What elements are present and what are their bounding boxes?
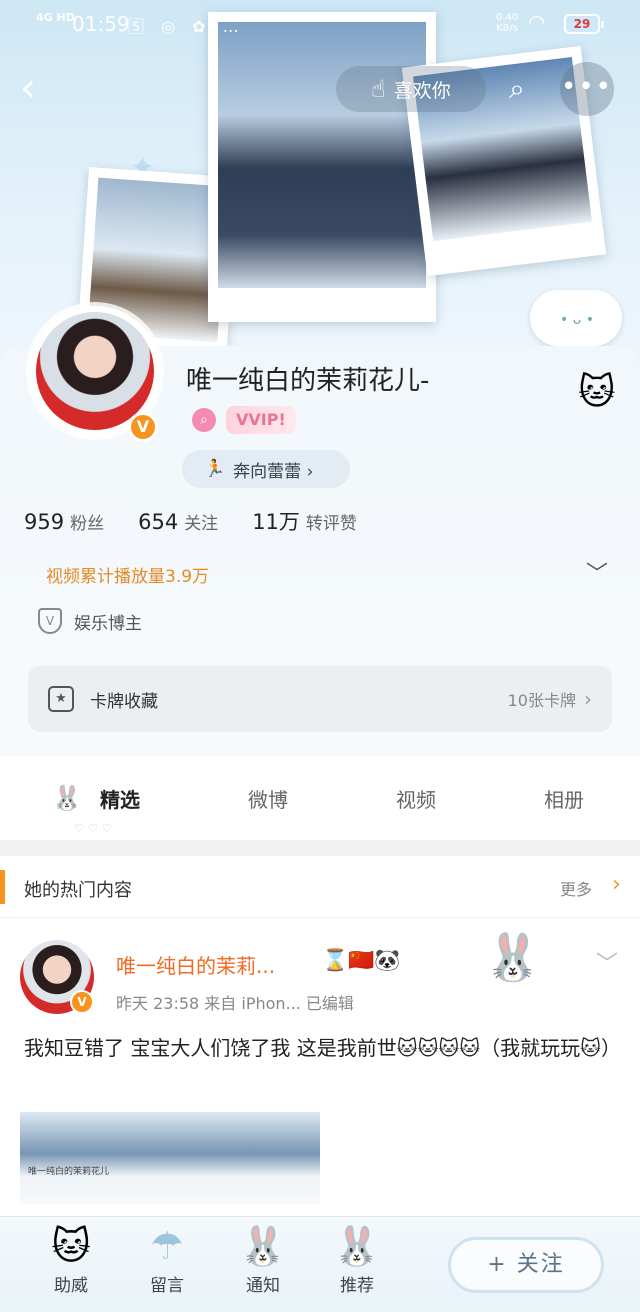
cheer-label: 助威 <box>54 1276 88 1296</box>
stat-following[interactable]: 654 关注 <box>138 509 218 534</box>
chevron-right-icon: › <box>584 687 592 711</box>
tab-indicator: ♡♡♡ <box>74 822 116 835</box>
tab-weibo[interactable]: 微博 <box>248 784 288 813</box>
clock: 01:59 <box>72 12 130 36</box>
thumb-caption: 唯一纯白的茉莉花儿 <box>28 1167 110 1177</box>
message-label: 留言 <box>150 1276 184 1296</box>
fan-group-tag[interactable]: 🏃 奔向蕾蕾 › <box>182 450 350 488</box>
bunny-sticker-decoration: 🐰 <box>484 930 542 984</box>
category-label: 娱乐博主 <box>74 613 142 634</box>
username: 唯一纯白的茉莉花儿- <box>186 366 430 396</box>
network-indicator: 4G HD <box>36 11 75 24</box>
like-you-button[interactable]: ☝ 喜欢你 <box>336 66 486 112</box>
running-icon: 🏃 <box>204 459 226 479</box>
polaroid-photo <box>208 12 436 322</box>
card-icon: ★ <box>48 686 74 712</box>
chevron-right-icon[interactable]: › <box>612 872 621 897</box>
back-arrow-icon: ‹ <box>20 65 36 111</box>
stat-number: 11万 <box>252 510 300 534</box>
hot-content-title: 她的热门内容 <box>24 880 132 901</box>
post-meta: 昨天 23:58 来自 iPhon... 已编辑 <box>116 994 354 1013</box>
search-button[interactable]: ⌕ <box>494 66 540 112</box>
card-count: 10张卡牌 <box>507 691 576 710</box>
tab-featured[interactable]: 精选 <box>100 784 140 813</box>
follow-button[interactable]: + 关注 <box>448 1237 604 1293</box>
stat-interactions[interactable]: 11万 转评赞 <box>252 506 357 536</box>
stat-label: 关注 <box>184 514 219 534</box>
shield-icon: V <box>38 608 62 634</box>
more-button[interactable]: ••• <box>560 62 614 116</box>
back-button[interactable]: ‹ <box>20 68 56 110</box>
section-divider <box>0 840 640 856</box>
wifi-icon: ◠ <box>528 10 546 34</box>
tab-album[interactable]: 相册 <box>544 784 584 813</box>
message-button[interactable]: ☂ 留言 <box>132 1221 202 1296</box>
verified-badge-icon: V <box>70 990 94 1014</box>
vvip-badge[interactable]: VVIP! <box>226 406 296 434</box>
notify-label: 通知 <box>246 1276 280 1296</box>
stat-followers[interactable]: 959 粉丝 <box>24 509 104 534</box>
post-author-emojis: ⌛🇨🇳🐼 <box>322 948 401 972</box>
recommend-button[interactable]: 🐰 推荐 <box>322 1221 392 1296</box>
bottom-action-bar: 🐱 助威 ☂ 留言 🐰 通知 🐰 推荐 + 关注 <box>0 1216 640 1312</box>
fan-group-label: 奔向蕾蕾 › <box>233 461 314 482</box>
umbrella-icon: ☂ <box>149 1224 185 1268</box>
more-link[interactable]: 更多 <box>560 876 592 900</box>
cat-icon: 🐱 <box>51 1224 91 1268</box>
recommend-label: 推荐 <box>340 1276 374 1296</box>
post-author-name[interactable]: 唯一纯白的茉莉... <box>116 950 275 979</box>
category-row: V 娱乐博主 <box>38 608 142 634</box>
search-icon: ⌕ <box>509 72 525 105</box>
like-icon: ☝ <box>371 75 386 103</box>
video-play-count: 视频累计播放量3.9万 <box>46 567 210 587</box>
card-collection-label: 卡牌收藏 <box>90 691 158 712</box>
tab-video[interactable]: 视频 <box>396 784 436 813</box>
stat-label: 转评赞 <box>305 514 357 534</box>
post-text: 我知豆错了 宝宝大人们饶了我 这是我前世🐱🐱🐱🐱（我就玩玩🐱） <box>24 1036 621 1060</box>
verified-badge-icon: V <box>128 412 158 442</box>
status-bar: 4G HD 01:59 🅂 ◎ ✿ … 0.40 KB/s ◠ 29 <box>0 0 640 48</box>
post-card[interactable]: V 唯一纯白的茉莉... ⌛🇨🇳🐼 昨天 23:58 来自 iPhon... 已… <box>0 918 640 1218</box>
cloud-face-decoration: • ᴗ • <box>560 312 594 328</box>
badge-row: ⌕ VVIP! <box>192 406 296 434</box>
network-speed: 0.40 KB/s <box>496 12 519 34</box>
hot-content-header: 她的热门内容 更多 › <box>0 856 640 918</box>
cheer-button[interactable]: 🐱 助威 <box>36 1221 106 1296</box>
battery-icon: 29 <box>564 14 604 34</box>
accent-bar <box>0 870 5 904</box>
profile-page: ✦ ✦ • ᴗ • 4G HD 01:59 🅂 ◎ ✿ … 0.40 KB/s … <box>0 0 640 1312</box>
bunny-tab-icon: 🐰 <box>52 784 82 812</box>
chevron-down-icon[interactable]: ﹀ <box>586 556 608 588</box>
chevron-down-icon[interactable]: ﹀ <box>596 946 618 978</box>
search-badge-icon[interactable]: ⌕ <box>192 408 216 432</box>
notification-icons: 🅂 ◎ ✿ … <box>128 17 245 36</box>
like-label: 喜欢你 <box>393 79 451 102</box>
bunny-icon: 🐰 <box>239 1224 287 1268</box>
stats-row: 959 粉丝 654 关注 11万 转评赞 <box>24 506 357 536</box>
profile-tabs: 🐰 精选 微博 视频 相册 ♡♡♡ <box>0 756 640 840</box>
bunny-icon: 🐰 <box>333 1224 381 1268</box>
notify-button[interactable]: 🐰 通知 <box>228 1221 298 1296</box>
post-image[interactable]: 唯一纯白的茉莉花儿 <box>20 1112 320 1204</box>
card-collection-row[interactable]: ★ 卡牌收藏 10张卡牌 › <box>28 666 612 732</box>
stat-number: 654 <box>138 510 179 534</box>
stat-label: 粉丝 <box>70 514 105 534</box>
stat-number: 959 <box>24 510 65 534</box>
more-icon: ••• <box>560 72 613 102</box>
cat-mascot-decoration: 🐱 <box>578 372 616 413</box>
